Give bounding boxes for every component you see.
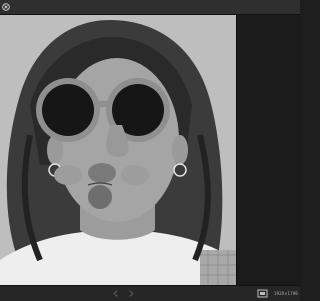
image-dimensions: 1920×1799: [274, 291, 298, 296]
fit-to-screen-icon[interactable]: [257, 289, 268, 298]
side-panel: [236, 15, 301, 285]
chevron-right-icon[interactable]: [126, 289, 136, 298]
bottom-toolbar: 1920×1799: [0, 285, 300, 301]
title-bar: [0, 0, 300, 15]
image-viewer[interactable]: [0, 15, 236, 285]
close-icon[interactable]: [2, 3, 10, 11]
displayed-photo: [0, 15, 236, 285]
chevron-left-icon[interactable]: [111, 289, 121, 298]
